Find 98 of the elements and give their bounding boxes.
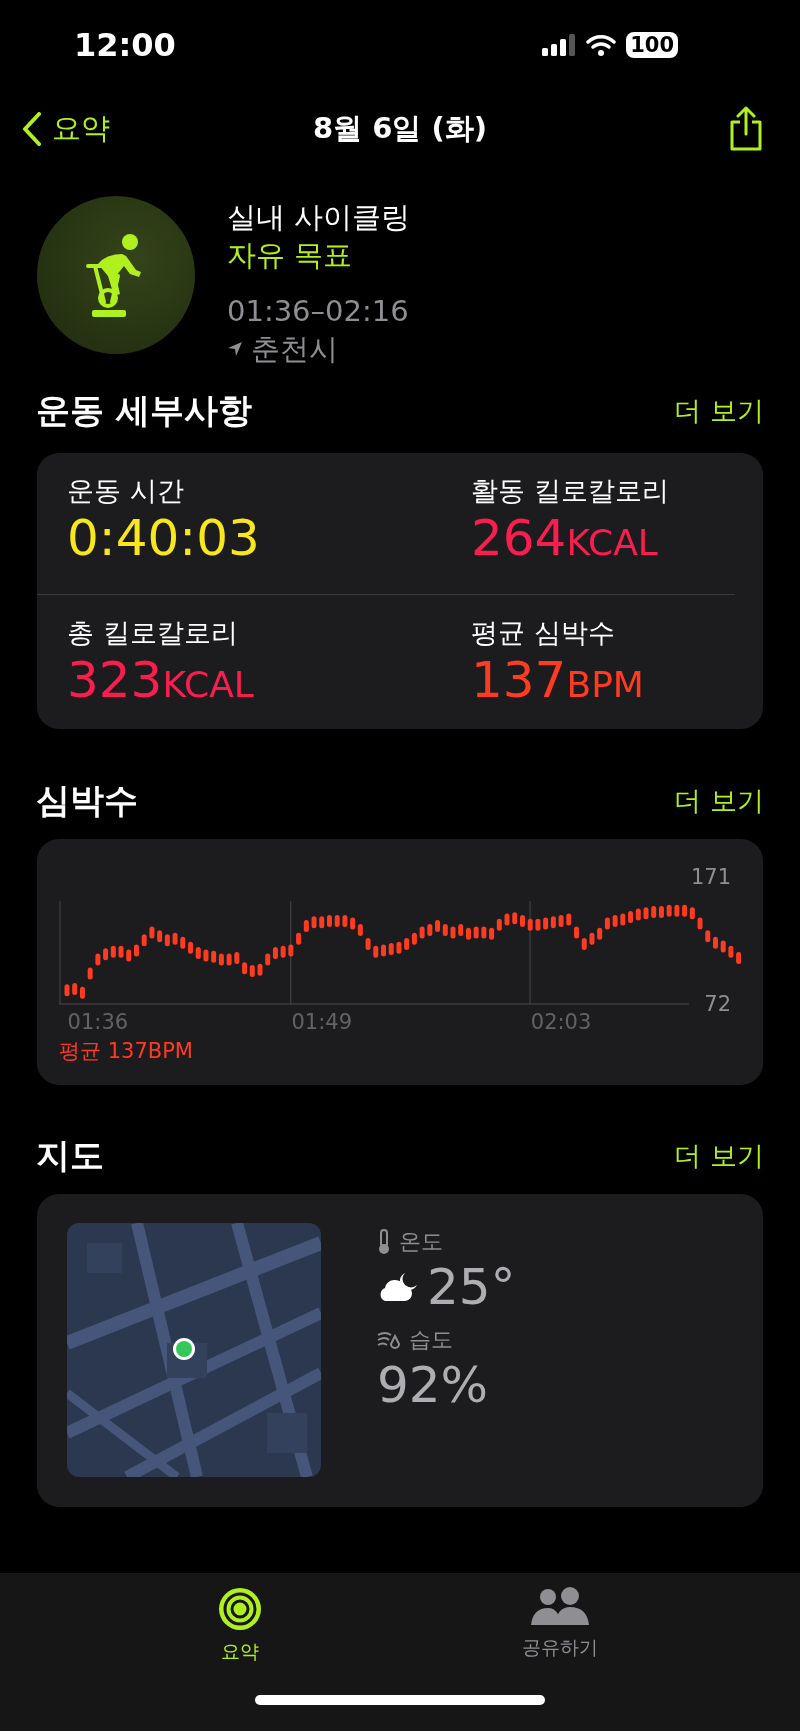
heart-rate-mark: [280, 945, 286, 958]
location-arrow-icon: [227, 341, 243, 357]
heart-rate-mark: [728, 945, 734, 958]
workout-name: 실내 사이클링: [227, 199, 411, 236]
heart-rate-mark: [327, 914, 332, 927]
metric-label: 평균 심박수: [471, 616, 616, 650]
axis-tick-label: 01:36: [67, 1010, 129, 1034]
signal-icon: [542, 34, 577, 56]
share-icon: [728, 106, 764, 152]
heart-rate-mark: [64, 984, 70, 997]
battery-indicator: 100: [626, 32, 678, 58]
heart-rate-mark: [396, 941, 402, 954]
metric-value: 137 BPM: [471, 651, 645, 711]
more-link[interactable]: 더 보기: [674, 1138, 764, 1174]
heart-rate-mark: [172, 932, 178, 945]
heart-rate-mark: [95, 953, 101, 966]
rings-icon: [218, 1587, 262, 1631]
section-title: 심박수: [36, 779, 138, 822]
humidity-icon: [377, 1330, 401, 1350]
metric-value: 0:40:03: [67, 509, 261, 567]
tab[interactable]: 요약: [160, 1587, 320, 1665]
heart-rate-mark: [141, 934, 147, 947]
humidity-value: 92%: [377, 1355, 490, 1415]
heart-rate-mark: [388, 943, 394, 956]
heart-rate-mark: [574, 926, 579, 939]
heart-rate-mark: [504, 913, 510, 926]
heart-rate-mark: [620, 913, 626, 926]
axis-tick-label: 01:49: [291, 1010, 353, 1034]
heart-rate-mark: [589, 932, 595, 945]
wifi-icon: [586, 34, 617, 56]
heart-rate-mark: [720, 940, 726, 953]
heart-rate-mark: [581, 938, 587, 950]
temperature-label: 온도: [399, 1228, 443, 1256]
thermometer-icon: [377, 1229, 391, 1255]
more-link[interactable]: 더 보기: [674, 393, 764, 429]
heart-rate-mark: [713, 936, 718, 949]
tab[interactable]: 공유하기: [480, 1587, 640, 1665]
heart-rate-mark: [520, 914, 525, 927]
heart-rate-mark: [188, 941, 193, 954]
heart-rate-mark: [334, 914, 340, 927]
heart-rate-mark: [87, 967, 93, 980]
heart-rate-mark: [481, 926, 487, 939]
heart-rate-mark: [535, 918, 541, 931]
people-icon: [531, 1587, 589, 1627]
metric-value: 264KCAL: [471, 509, 659, 569]
humidity-label: 습도: [409, 1326, 453, 1354]
more-link[interactable]: 더 보기: [674, 783, 764, 819]
workout-time-range: 01:36–02:16: [227, 293, 410, 330]
heart-rate-mark: [149, 926, 155, 939]
heart-rate-mark: [427, 923, 433, 936]
heart-rate-mark: [612, 914, 618, 927]
axis-tick-label: 72: [704, 992, 731, 1017]
heart-rate-mark: [118, 945, 124, 958]
heart-rate-mark: [558, 914, 564, 927]
metric-label: 운동 시간: [67, 474, 185, 508]
heart-rate-mark: [473, 926, 479, 939]
metric-label: 총 킬로칼로리: [67, 616, 239, 650]
heart-rate-mark: [342, 914, 348, 927]
heart-rate-mark: [566, 913, 572, 926]
heart-rate-mark: [643, 907, 649, 920]
heart-rate-mark: [134, 944, 139, 957]
heart-rate-mark: [697, 917, 703, 930]
heart-rate-mark: [419, 926, 425, 939]
heart-rate-mark: [203, 949, 209, 962]
page-title: 8월 6일 (화): [312, 110, 488, 147]
chevron-left-icon: [22, 112, 42, 146]
heart-rate-mark: [311, 916, 317, 929]
heart-rate-mark: [319, 916, 325, 929]
heart-rate-mark: [226, 953, 232, 966]
heart-rate-mark: [666, 904, 672, 917]
heart-rate-mark: [180, 936, 186, 949]
status-time: 12:00: [74, 26, 176, 64]
share-button[interactable]: [728, 106, 764, 152]
workout-location: 춘천시: [251, 331, 338, 368]
axis-tick-label: 171: [690, 865, 731, 890]
temperature-value: 25°: [427, 1257, 516, 1317]
heart-rate-mark: [512, 912, 518, 925]
average-heart-rate: 평균 137BPM: [59, 1038, 194, 1065]
heart-rate-mark: [705, 930, 711, 943]
back-button[interactable]: 요약: [22, 109, 110, 149]
heart-rate-mark: [365, 938, 371, 950]
heart-rate-mark: [527, 918, 533, 931]
heart-rate-mark: [373, 945, 379, 958]
heart-rate-mark: [257, 963, 263, 976]
metric-label: 활동 킬로칼로리: [471, 474, 670, 508]
heart-rate-mark: [234, 952, 240, 965]
heart-rate-mark: [450, 926, 456, 939]
section-title: 지도: [36, 1134, 104, 1177]
section-title: 운동 세부사항: [36, 389, 252, 432]
metric-value: 323KCAL: [67, 651, 255, 711]
heart-rate-mark: [736, 952, 741, 965]
heart-rate-mark: [195, 946, 201, 959]
heart-rate-mark: [381, 944, 386, 957]
heart-rate-mark: [288, 944, 294, 957]
heart-rate-mark: [126, 949, 132, 962]
workout-goal: 자유 목표: [227, 237, 354, 274]
heart-rate-mark: [674, 904, 680, 917]
axis-tick-label: 02:03: [530, 1010, 592, 1034]
